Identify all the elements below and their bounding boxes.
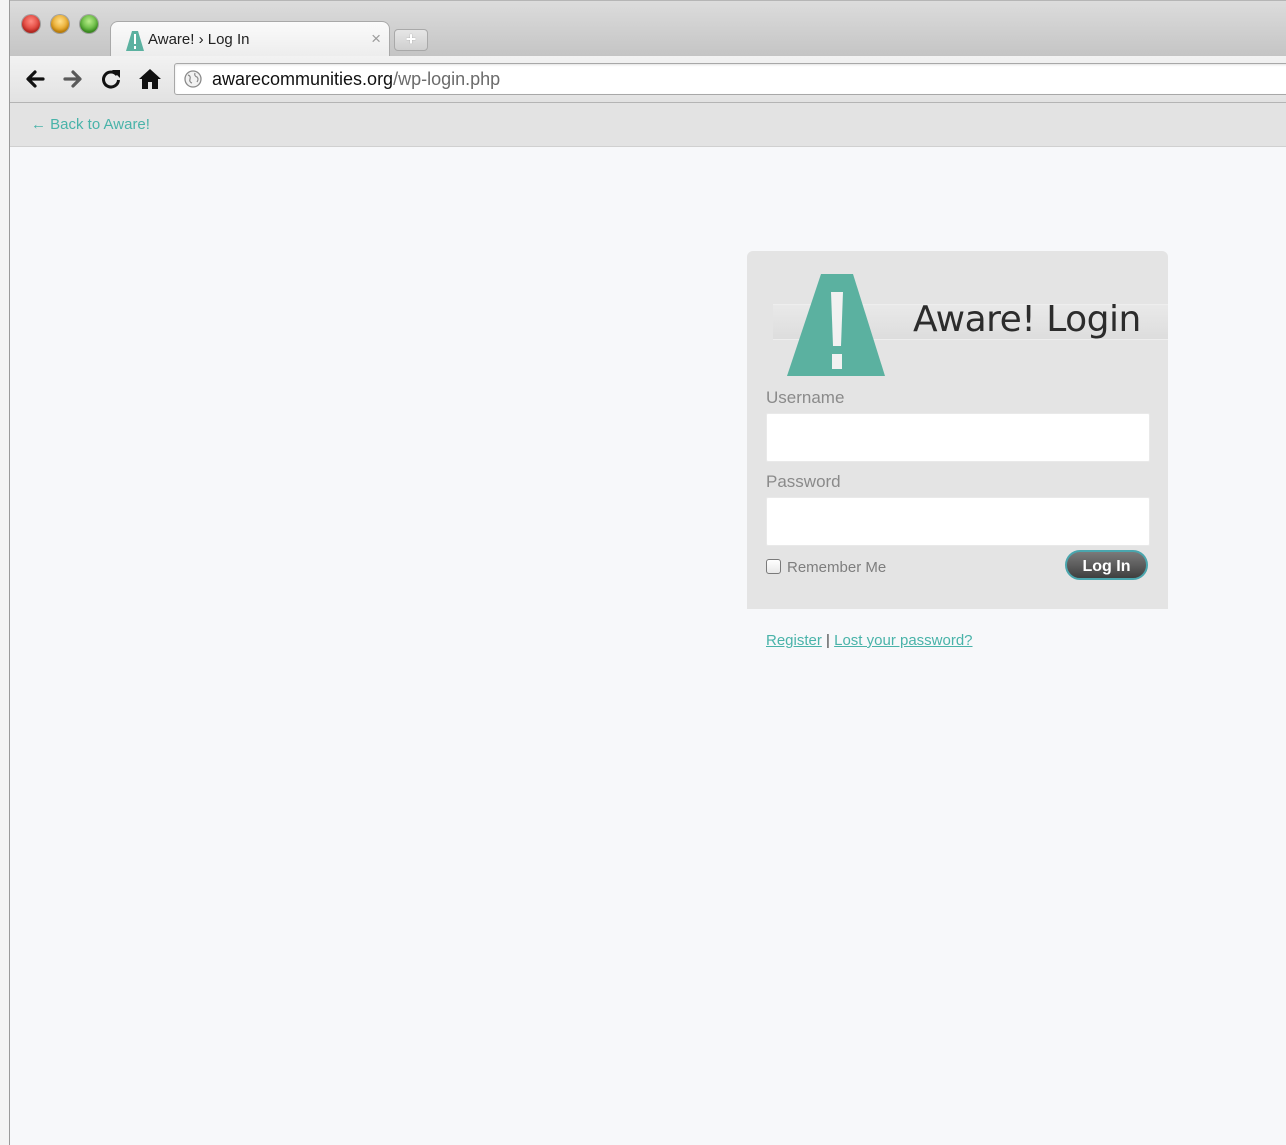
browser-toolbar: awarecommunities.org/wp-login.php [10, 56, 1286, 103]
username-input[interactable] [766, 413, 1150, 462]
maximize-window-icon[interactable] [80, 15, 98, 33]
login-links: Register | Lost your password? [766, 632, 973, 649]
reload-icon[interactable] [98, 66, 124, 92]
close-window-icon[interactable] [22, 15, 40, 33]
remember-me-label[interactable]: Remember Me [787, 559, 886, 576]
password-label: Password [766, 472, 841, 491]
url-domain: awarecommunities.org [212, 69, 394, 89]
site-header: ← Back to Aware! [10, 103, 1286, 147]
tab-title: Aware! › Log In [148, 31, 250, 48]
tab-strip: Aware! › Log In × + [10, 0, 1286, 58]
forward-arrow-icon[interactable] [60, 66, 86, 92]
back-arrow-icon[interactable] [22, 66, 48, 92]
login-title: Aware! Login [913, 299, 1141, 340]
username-label: Username [766, 388, 845, 407]
password-input[interactable] [766, 497, 1150, 546]
remember-me-checkbox[interactable] [766, 559, 781, 574]
log-in-button[interactable]: Log In [1065, 550, 1148, 580]
tab-close-icon[interactable]: × [371, 29, 381, 49]
address-url: awarecommunities.org/wp-login.php [212, 69, 500, 90]
address-bar[interactable]: awarecommunities.org/wp-login.php [174, 63, 1286, 95]
register-link[interactable]: Register [766, 632, 822, 649]
lost-password-link[interactable]: Lost your password? [834, 632, 972, 649]
globe-icon [184, 70, 202, 88]
browser-window: Aware! › Log In × + awarecommunities.org… [9, 0, 1286, 1145]
home-icon[interactable] [137, 66, 163, 92]
minimize-window-icon[interactable] [51, 15, 69, 33]
url-path: /wp-login.php [393, 69, 501, 89]
tab-aware-login[interactable]: Aware! › Log In × [110, 21, 390, 58]
aware-logo-icon [787, 274, 885, 376]
new-tab-button[interactable]: + [394, 29, 428, 51]
link-separator: | [826, 632, 830, 649]
login-panel: Aware! Login Username Password Remember … [747, 251, 1168, 609]
aware-favicon-icon [126, 31, 144, 51]
back-to-site-link[interactable]: ← Back to Aware! [31, 116, 150, 133]
